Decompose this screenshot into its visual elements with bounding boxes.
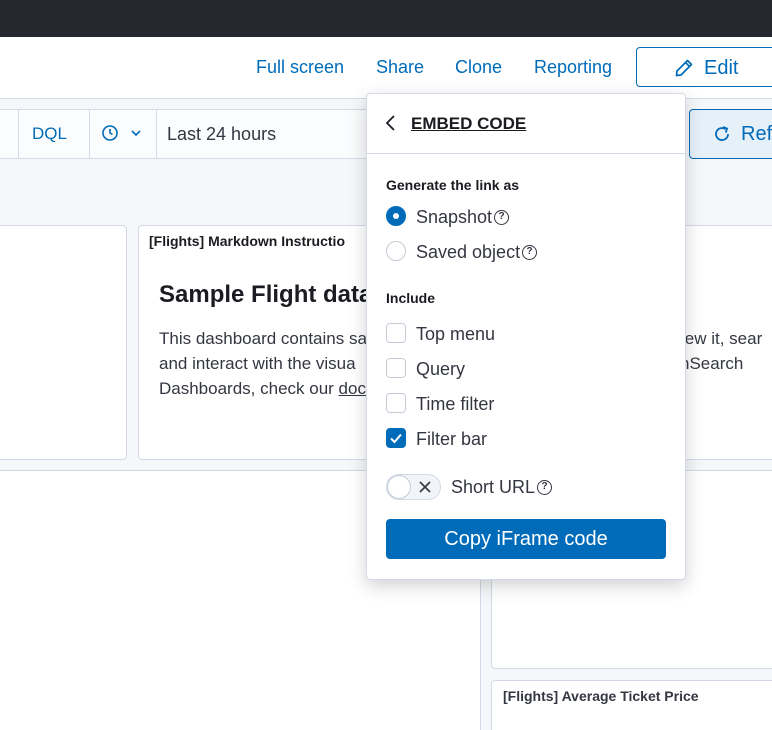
- edit-button[interactable]: Edit: [636, 47, 772, 87]
- arrow-left-icon[interactable]: [384, 114, 398, 137]
- markdown-text: This dashboard contains sa: [159, 329, 367, 348]
- saved-object-label: Saved object: [416, 242, 521, 262]
- query-checkbox[interactable]: [386, 358, 406, 378]
- help-icon[interactable]: ?: [522, 244, 538, 260]
- dashboard-panel: [0, 225, 127, 460]
- time-range-display[interactable]: Last 24 hours: [167, 124, 276, 145]
- query-label[interactable]: Query: [416, 359, 465, 380]
- query-separator: [156, 110, 157, 158]
- short-url-switch[interactable]: [386, 474, 441, 500]
- help-icon[interactable]: ?: [537, 479, 553, 495]
- help-icon[interactable]: ?: [494, 209, 510, 225]
- top-menu-label[interactable]: Top menu: [416, 324, 495, 345]
- pencil-icon: [675, 59, 693, 77]
- clone-link[interactable]: Clone: [455, 57, 502, 77]
- saved-object-option[interactable]: Saved object?: [416, 242, 538, 263]
- query-separator: [89, 110, 90, 158]
- filter-bar-checkbox[interactable]: [386, 428, 406, 448]
- panel-title: [Flights] Average Ticket Price: [503, 688, 699, 704]
- markdown-text: nSearch: [680, 354, 744, 373]
- embed-code-popover: [366, 93, 686, 580]
- short-url-option[interactable]: Short URL?: [451, 477, 553, 498]
- query-separator: [18, 110, 19, 158]
- markdown-text: and interact with the visua: [159, 354, 356, 373]
- saved-object-radio[interactable]: [386, 241, 406, 261]
- time-filter-label[interactable]: Time filter: [416, 394, 494, 415]
- chevron-down-icon[interactable]: [129, 126, 143, 145]
- markdown-heading: Sample Flight data: [159, 281, 373, 308]
- generate-link-label: Generate the link as: [386, 177, 520, 193]
- copy-iframe-button[interactable]: Copy iFrame code: [386, 519, 666, 559]
- edit-label: Edit: [704, 57, 739, 79]
- snapshot-label: Snapshot: [416, 207, 493, 227]
- clock-icon[interactable]: [101, 124, 119, 147]
- filter-bar-label[interactable]: Filter bar: [416, 429, 487, 450]
- close-icon: [419, 481, 431, 493]
- refresh-icon: [715, 126, 729, 141]
- markdown-text-part: Dashboards, check our: [159, 379, 339, 398]
- include-label: Include: [386, 290, 436, 306]
- query-language-button[interactable]: DQL: [32, 124, 67, 144]
- embed-code-title[interactable]: EMBED CODE: [411, 114, 526, 134]
- top-menu-checkbox[interactable]: [386, 323, 406, 343]
- docs-link[interactable]: doc: [339, 379, 366, 398]
- snapshot-option[interactable]: Snapshot?: [416, 207, 510, 228]
- global-header-bar: [0, 0, 772, 37]
- time-filter-checkbox[interactable]: [386, 393, 406, 413]
- checkmark-icon: [390, 433, 402, 444]
- refresh-label: Ref: [741, 123, 772, 145]
- popover-divider: [367, 153, 685, 154]
- switch-knob: [387, 475, 411, 499]
- refresh-button[interactable]: Ref: [689, 109, 772, 159]
- share-link[interactable]: Share: [376, 57, 424, 77]
- markdown-text: iew it, sear: [681, 329, 763, 348]
- short-url-label: Short URL: [451, 477, 536, 497]
- reporting-link[interactable]: Reporting: [534, 57, 612, 77]
- panel-title: [Flights] Markdown Instructio: [149, 233, 345, 249]
- markdown-text: Dashboards, check our doc: [159, 379, 366, 399]
- snapshot-radio[interactable]: [386, 206, 406, 226]
- full-screen-link[interactable]: Full screen: [256, 57, 344, 77]
